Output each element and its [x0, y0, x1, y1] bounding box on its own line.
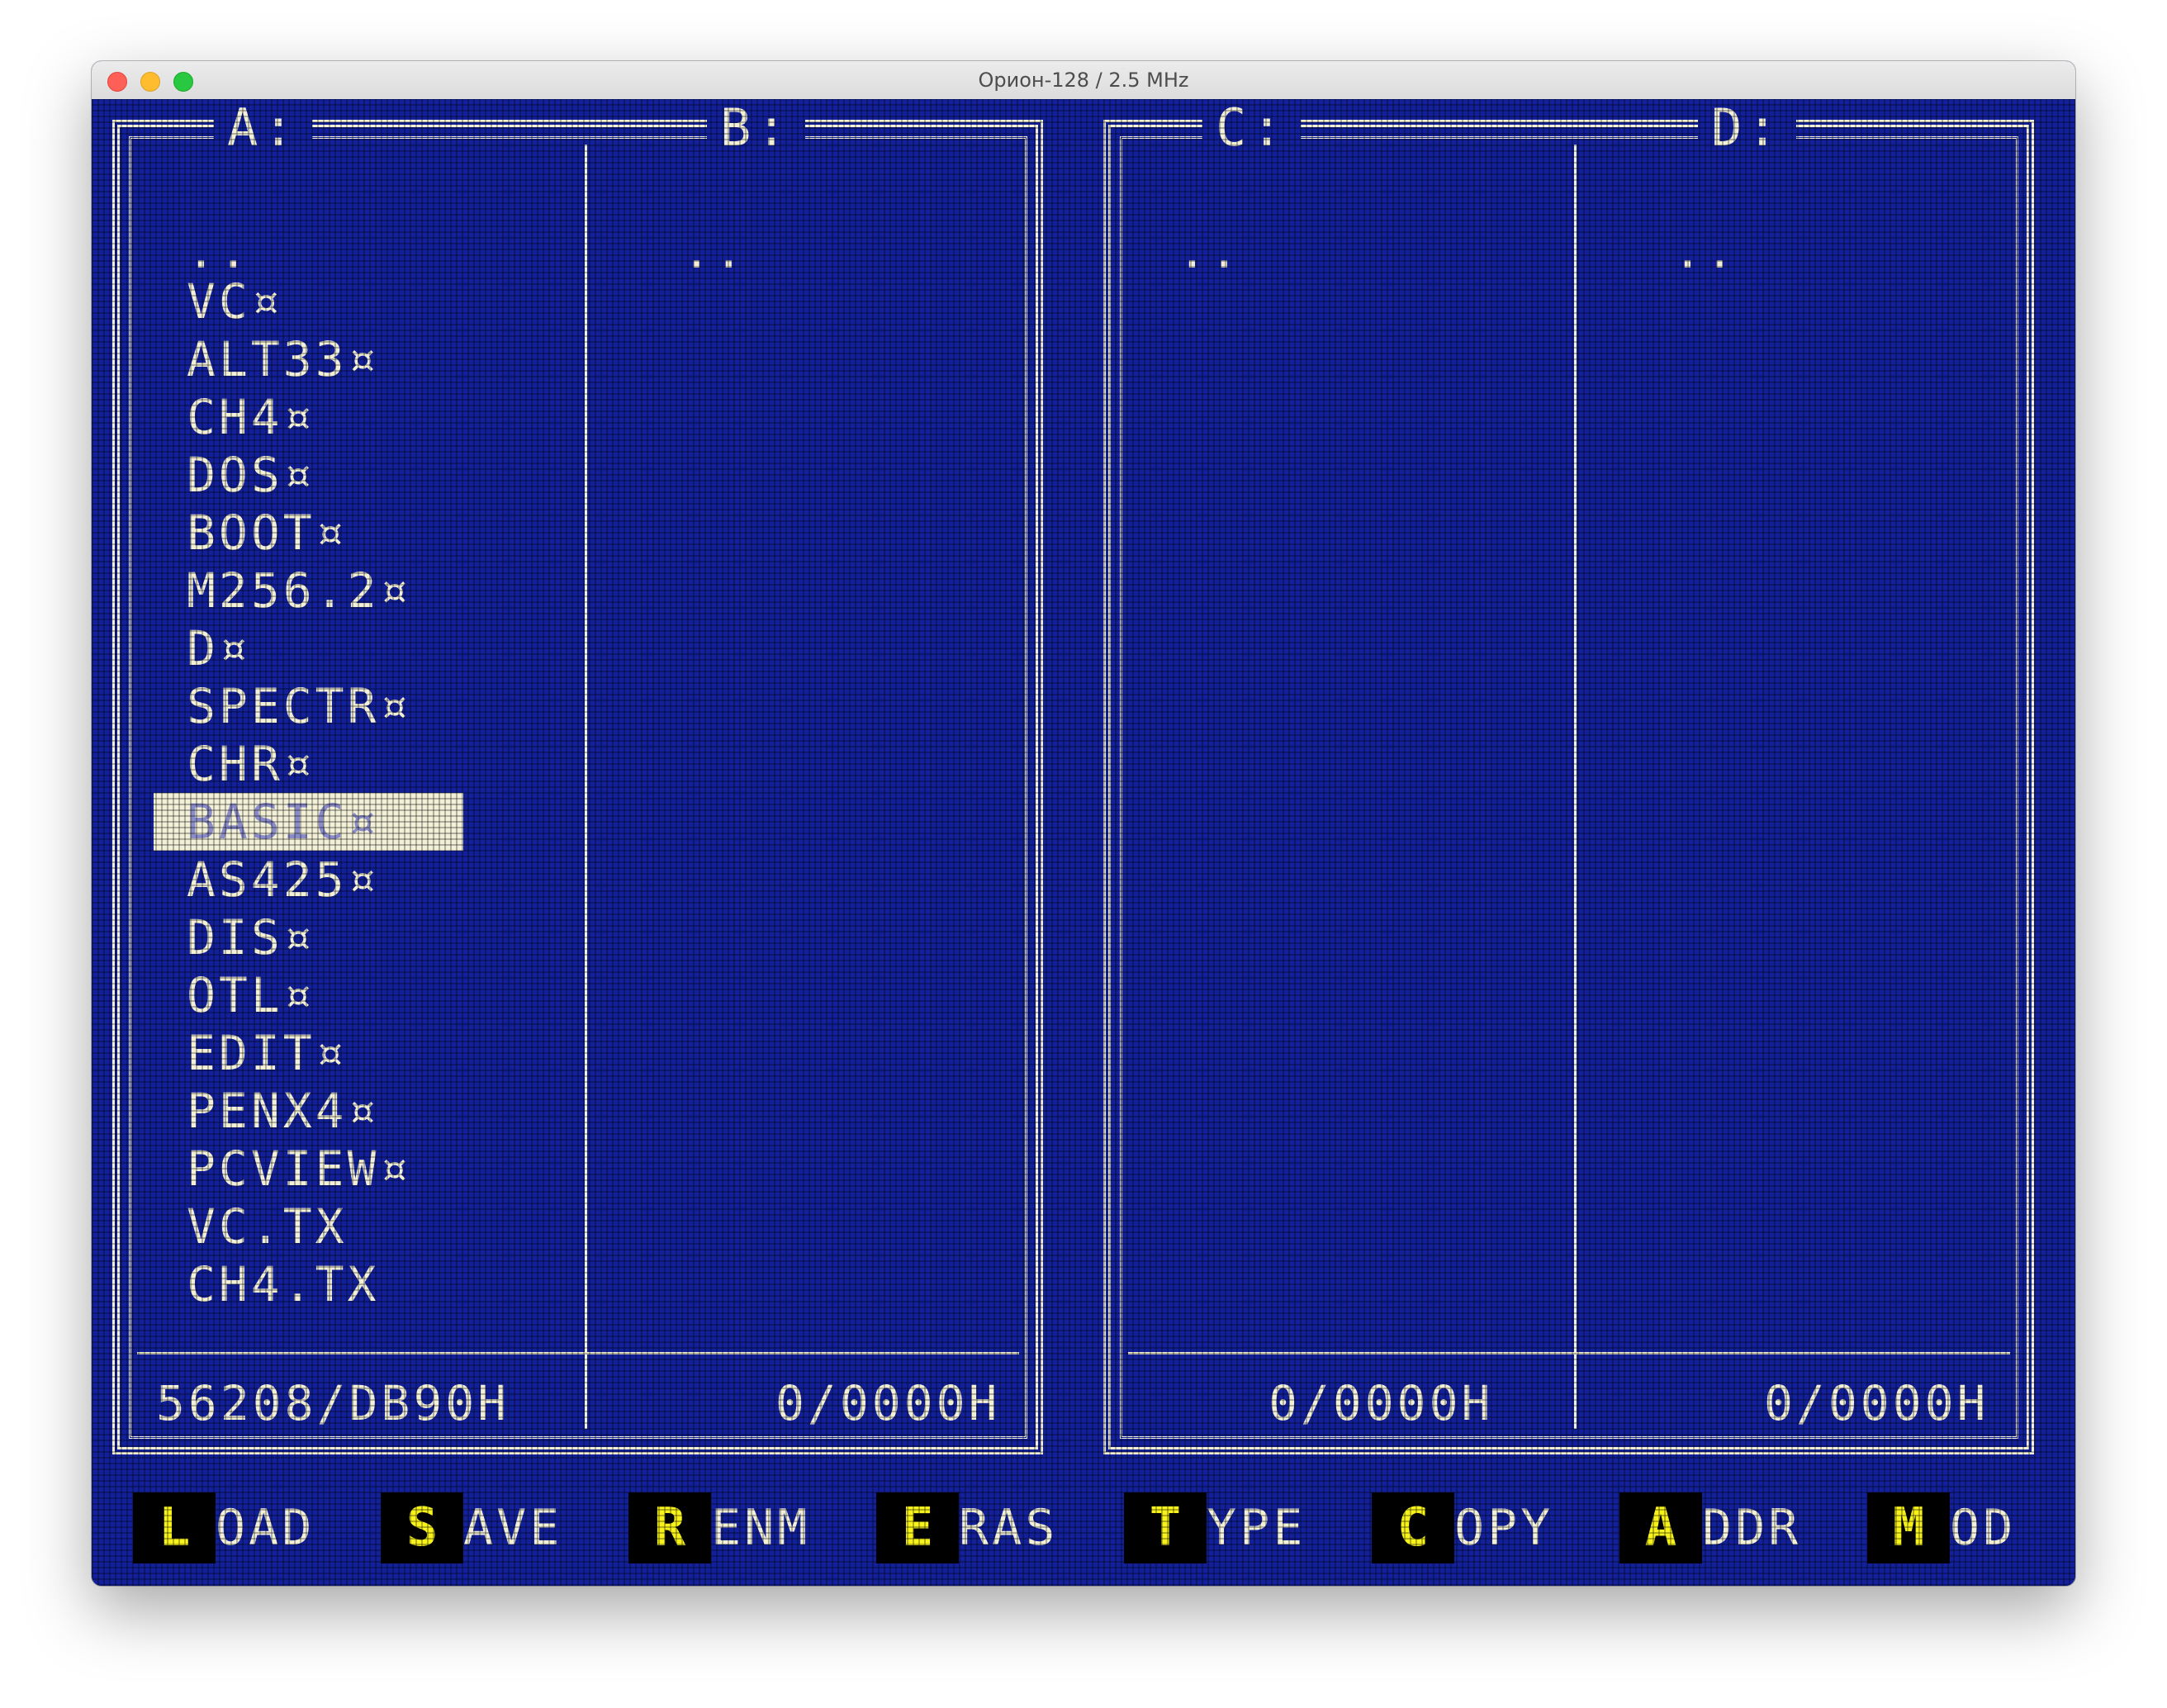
fkey-hotkey: R — [628, 1492, 711, 1563]
file-item[interactable]: DOS¤ — [187, 446, 315, 504]
right-panel-status-separator — [1128, 1352, 2010, 1355]
file-item-selected[interactable]: BASIC¤ — [187, 793, 380, 851]
status-c: 0/0000H — [1268, 1375, 1494, 1431]
file-item[interactable]: CH4.TX — [187, 1255, 380, 1313]
fkey-label: OD — [1950, 1499, 2017, 1557]
fkey-hotkey: A — [1619, 1492, 1702, 1563]
drive-d-label[interactable]: D: — [1698, 101, 1796, 155]
parent-dir-a[interactable]: .. — [187, 223, 251, 279]
parent-dir-d[interactable]: .. — [1673, 223, 1738, 279]
fkey-label: OPY — [1454, 1499, 1554, 1557]
fkey-label: RAS — [959, 1499, 1059, 1557]
emulator-window: Орион-128 / 2.5 MHz A: B: .. .. VC¤ ALT33… — [92, 61, 2075, 1586]
file-item[interactable]: DIS¤ — [187, 909, 315, 966]
parent-dir-c[interactable]: .. — [1178, 223, 1242, 279]
right-panel-inner-frame — [1120, 136, 2018, 1439]
status-d: 0/0000H — [1764, 1375, 1989, 1431]
file-item[interactable]: PCVIEW¤ — [187, 1140, 411, 1198]
file-item[interactable]: EDIT¤ — [187, 1024, 348, 1082]
fkey-label: AVE — [463, 1499, 563, 1557]
file-item[interactable]: OTL¤ — [187, 966, 315, 1024]
drive-c-label[interactable]: C: — [1202, 101, 1301, 155]
fkey-hotkey: M — [1867, 1492, 1950, 1563]
file-item[interactable]: AS425¤ — [187, 851, 380, 909]
file-item[interactable]: ALT33¤ — [187, 330, 380, 388]
left-panel-status-separator — [137, 1352, 1019, 1355]
status-a: 56208/DB90H — [156, 1375, 510, 1431]
drive-b-label[interactable]: B: — [707, 101, 805, 155]
fkey-label: OAD — [216, 1499, 315, 1557]
file-item[interactable]: BOOT¤ — [187, 504, 348, 562]
file-item[interactable]: CH4¤ — [187, 388, 315, 446]
fkey-hotkey: E — [876, 1492, 959, 1563]
file-item[interactable]: D¤ — [187, 619, 251, 677]
fkey-label: DDR — [1702, 1499, 1802, 1557]
file-item[interactable]: SPECTR¤ — [187, 677, 411, 735]
left-panel-divider — [585, 145, 587, 1429]
fkey-hotkey: C — [1372, 1492, 1454, 1563]
title-bar[interactable]: Орион-128 / 2.5 MHz — [92, 61, 2075, 100]
file-item[interactable]: M256.2¤ — [187, 562, 411, 619]
emulator-screen[interactable]: A: B: .. .. VC¤ ALT33¤ CH4¤ DOS¤ BOOT¤ M256.2… — [92, 99, 2075, 1586]
fkey-hotkey: T — [1124, 1492, 1207, 1563]
file-item[interactable]: VC¤ — [187, 273, 283, 330]
fkey-hotkey: S — [381, 1492, 463, 1563]
fkey-label: ENM — [711, 1499, 811, 1557]
fkey-label: YPE — [1207, 1499, 1306, 1557]
parent-dir-b[interactable]: .. — [682, 223, 747, 279]
right-panel-divider — [1574, 145, 1577, 1429]
window-title: Орион-128 / 2.5 MHz — [978, 69, 1189, 92]
file-item[interactable]: VC.TX — [187, 1198, 348, 1255]
drive-a-label[interactable]: A: — [214, 101, 312, 155]
file-item[interactable]: PENX4¤ — [187, 1082, 380, 1140]
file-item[interactable]: CHR¤ — [187, 735, 315, 793]
status-b: 0/0000H — [775, 1375, 1001, 1431]
fkey-hotkey: L — [133, 1492, 216, 1563]
